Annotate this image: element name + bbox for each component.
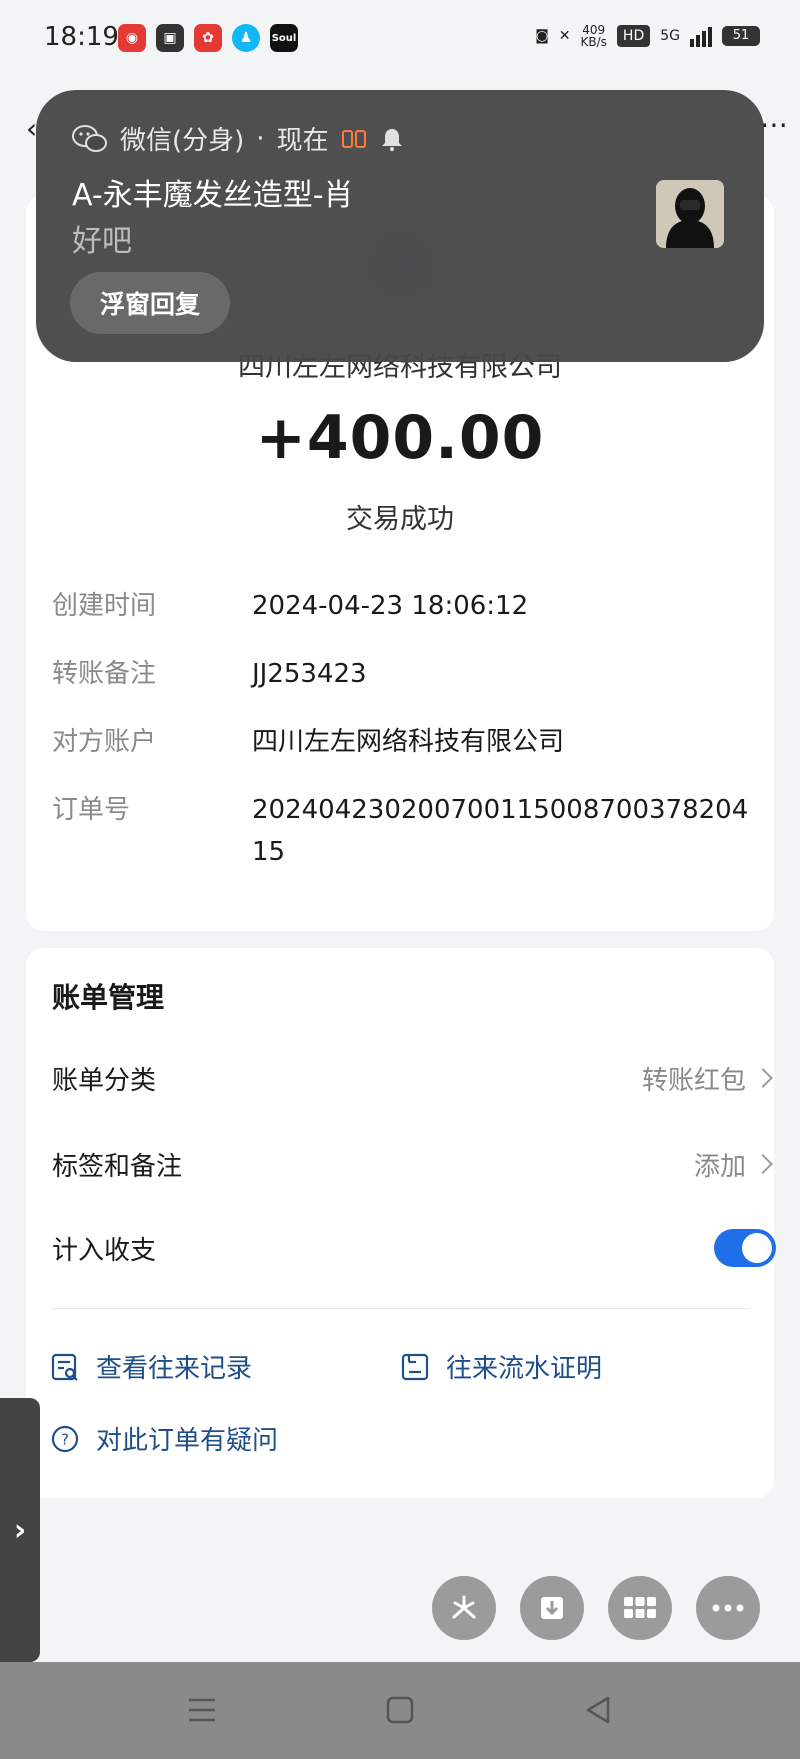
wechat-notification[interactable]: 微信(分身) · 现在 A-永丰魔发丝造型-肖 好吧 浮窗回复 (36, 90, 764, 362)
view-history-label: 查看往来记录 (96, 1354, 253, 1384)
transaction-status: 交易成功 (346, 504, 454, 535)
svg-text:?: ? (61, 1430, 69, 1448)
xiaohongshu-icon: ✿ (194, 24, 222, 52)
notification-time: 现在 (276, 126, 329, 156)
transaction-amount: +400.00 (255, 403, 545, 473)
notification-sender: A-永丰魔发丝造型-肖 (72, 178, 354, 213)
detail-row-counterparty: 对方账户 四川左左网络科技有限公司 (52, 721, 752, 763)
pinwheel-icon (452, 1595, 476, 1619)
menu-nav-button[interactable] (180, 1688, 224, 1732)
order-question-label: 对此订单有疑问 (96, 1426, 279, 1456)
detail-value[interactable]: 20240423020070011500870037820415 (252, 789, 752, 873)
gallery-icon: ▣ (156, 24, 184, 52)
document-icon (401, 1353, 429, 1380)
download-button[interactable] (520, 1576, 584, 1640)
bill-category-label: 账单分类 (52, 1065, 157, 1096)
toggle-knob (742, 1233, 772, 1263)
tags-notes-label: 标签和备注 (52, 1151, 183, 1182)
detail-row-order-number: 订单号 20240423020070011500870037820415 (52, 789, 752, 873)
chevron-right-icon (753, 1068, 773, 1088)
back-nav-button[interactable] (576, 1688, 620, 1732)
bill-management-title: 账单管理 (52, 981, 165, 1014)
notification-separator: · (256, 123, 265, 154)
order-question-link[interactable]: ? 对此订单有疑问 (50, 1420, 278, 1457)
view-history-link[interactable]: 查看往来记录 (50, 1348, 252, 1385)
home-nav-button[interactable] (378, 1688, 422, 1732)
wechat-icon (72, 124, 107, 152)
divider (52, 1308, 750, 1309)
status-app-icons: ◉ ▣ ✿ ♟ Soul (118, 24, 298, 52)
detail-value: JJ253423 (252, 659, 367, 689)
apps-grid-button[interactable] (608, 1576, 672, 1640)
detail-value: 2024-04-23 18:06:12 (252, 591, 529, 621)
signal-icon (690, 25, 712, 47)
statement-proof-label: 往来流水证明 (446, 1354, 603, 1384)
bill-category-value: 转账红包 (641, 1065, 746, 1096)
side-expand-tab[interactable]: › (0, 1398, 40, 1662)
notification-app-label: 微信(分身) (120, 126, 245, 156)
bill-category-row[interactable]: 账单分类 转账红包 (52, 1056, 776, 1100)
tags-notes-row[interactable]: 标签和备注 添加 (52, 1142, 776, 1186)
bell-icon (381, 128, 402, 151)
floating-reply-button[interactable]: 浮窗回复 (70, 272, 230, 334)
detail-label: 转账备注 (52, 659, 157, 689)
question-icon: ? (51, 1425, 79, 1452)
system-nav-bar (0, 1662, 800, 1759)
include-in-stats-toggle[interactable] (714, 1229, 776, 1267)
camera-icon: ◙ (535, 28, 549, 44)
detail-row-created-time: 创建时间 2024-04-23 18:06:12 (52, 585, 752, 627)
tags-notes-value: 添加 (693, 1151, 746, 1182)
chevron-right-icon (753, 1154, 773, 1174)
chevron-right-icon: › (13, 1512, 27, 1548)
grid-icon (624, 1597, 656, 1618)
back-triangle-icon (586, 1696, 610, 1724)
network-type: 5G (660, 28, 680, 44)
detail-label: 订单号 (52, 795, 131, 825)
status-bar: 18:19 ◉ ▣ ✿ ♟ Soul ◙ ✕ 409 KB/s HD 5G 51 (0, 0, 800, 80)
more-button[interactable] (696, 1576, 760, 1640)
hd-badge: HD (616, 25, 651, 47)
battery-icon: 51 (722, 26, 760, 46)
header-partial-icon[interactable]: ⋯ (760, 108, 788, 141)
mute-icon: ✕ (558, 28, 571, 44)
menu-icon (189, 1698, 215, 1722)
include-in-stats-label: 计入收支 (52, 1235, 157, 1266)
notification-message: 好吧 (72, 224, 132, 259)
bill-management-card: 账单管理 账单分类 转账红包 标签和备注 添加 计入收支 查看往来记录 往来流水… (26, 948, 776, 1498)
download-icon (541, 1597, 563, 1619)
more-dots-icon (712, 1604, 744, 1612)
dual-app-icon (341, 129, 366, 148)
include-in-stats-row: 计入收支 (52, 1226, 776, 1270)
qq-icon: ♟ (232, 24, 260, 52)
network-speed: 409 KB/s (580, 23, 607, 49)
status-time: 18:19 (44, 22, 119, 52)
netease-icon: ◉ (118, 24, 146, 52)
pinwheel-button[interactable] (432, 1576, 496, 1640)
soul-icon: Soul (270, 24, 298, 52)
sender-avatar (656, 180, 724, 248)
home-square-icon (386, 1696, 414, 1724)
status-right-icons: ◙ ✕ 409 KB/s HD 5G 51 (535, 24, 760, 48)
detail-label: 对方账户 (52, 727, 157, 757)
detail-label: 创建时间 (52, 591, 157, 621)
records-icon (51, 1353, 78, 1381)
notification-header: 微信(分身) · 现在 (72, 120, 405, 157)
detail-value[interactable]: 四川左左网络科技有限公司 (252, 721, 752, 763)
statement-proof-link[interactable]: 往来流水证明 (400, 1348, 602, 1385)
detail-row-transfer-note: 转账备注 JJ253423 (52, 653, 752, 695)
